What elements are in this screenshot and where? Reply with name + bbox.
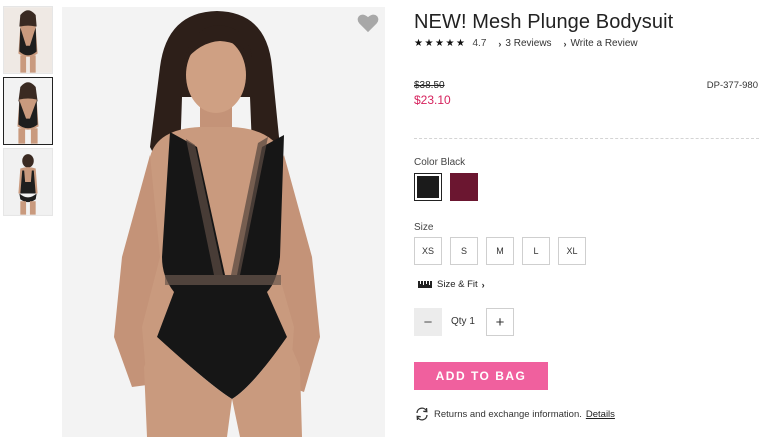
swatch-black[interactable]	[414, 173, 442, 201]
star-icon: ★	[445, 38, 455, 49]
thumbnail-front-2-image	[4, 78, 52, 144]
main-product-image[interactable]	[62, 7, 385, 437]
qty-decrease-button[interactable]: −	[414, 308, 442, 336]
chevron-right-icon: ›	[563, 38, 567, 49]
star-icon: ★	[414, 38, 423, 49]
reviews-link[interactable]: › 3 Reviews	[498, 38, 551, 49]
refresh-icon	[416, 407, 428, 421]
heart-icon	[357, 14, 379, 33]
swatch-burgundy[interactable]	[450, 173, 478, 201]
star-icon: ★	[424, 38, 434, 49]
sale-price: $23.10	[414, 93, 451, 107]
divider	[414, 138, 759, 139]
size-option-l[interactable]: L	[522, 237, 550, 265]
swatch-black-fill	[417, 176, 439, 198]
size-fit-link[interactable]: Size & Fit ›	[418, 279, 485, 290]
product-sku: DP-377-980	[706, 80, 758, 91]
write-review-label: Write a Review	[570, 38, 638, 49]
size-option-xl[interactable]: XL	[558, 237, 586, 265]
returns-text: Returns and exchange information.	[434, 408, 582, 420]
qty-increase-button[interactable]: +	[486, 308, 514, 336]
chevron-right-icon: ›	[498, 38, 502, 49]
size-option-m[interactable]: M	[486, 237, 514, 265]
returns-details-link[interactable]: Details	[586, 409, 615, 420]
qty-label: Qty 1	[451, 316, 475, 327]
reviews-link-label: 3 Reviews	[505, 38, 552, 49]
product-title: NEW! Mesh Plunge Bodysuit	[414, 11, 674, 33]
original-price: $38.50	[414, 80, 445, 91]
ruler-icon	[418, 281, 432, 288]
rating-stars: ★ ★ ★ ★ ★	[414, 38, 467, 49]
star-icon: ★	[435, 38, 444, 49]
add-to-bag-button[interactable]: ADD TO BAG	[414, 362, 548, 390]
returns-info: Returns and exchange information. Detail…	[414, 407, 615, 421]
size-option-s[interactable]: S	[450, 237, 478, 265]
size-fit-label: Size & Fit	[437, 279, 478, 290]
thumbnail-back[interactable]	[3, 148, 53, 216]
thumbnail-front-image	[4, 7, 52, 73]
size-label: Size	[414, 222, 434, 233]
star-icon: ★	[456, 38, 465, 49]
model-photo	[62, 7, 385, 437]
size-option-xs[interactable]: XS	[414, 237, 442, 265]
rating-value: 4.7	[472, 38, 487, 49]
thumbnail-front[interactable]	[3, 6, 53, 74]
favorite-heart-icon[interactable]	[357, 13, 379, 33]
swatch-burgundy-fill	[450, 173, 478, 201]
thumbnail-back-image	[4, 149, 52, 215]
write-review-link[interactable]: › Write a Review	[564, 38, 638, 49]
thumbnail-front-2[interactable]	[3, 77, 53, 145]
rating-row: ★ ★ ★ ★ ★ 4.7 › 3 Reviews › Write a Revi…	[414, 38, 638, 49]
chevron-right-icon: ›	[481, 279, 485, 290]
color-label: Color Black	[414, 157, 466, 168]
